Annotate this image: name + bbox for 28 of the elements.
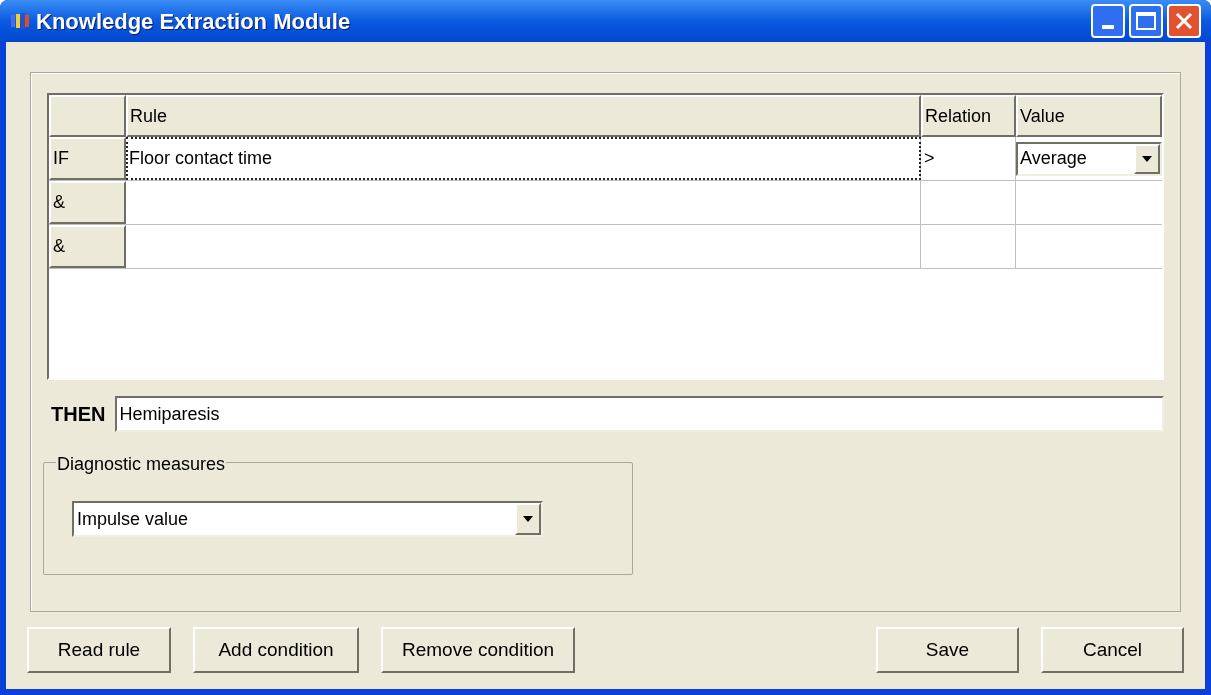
diagnostic-dropdown[interactable]: Impulse value	[72, 501, 543, 537]
column-header[interactable]: Rule	[126, 95, 921, 137]
action-button[interactable]: Read rule	[27, 627, 171, 673]
then-field[interactable]: Hemiparesis	[115, 396, 1164, 432]
action-button[interactable]: Add condition	[193, 627, 359, 673]
minimize-button[interactable]	[1091, 4, 1125, 38]
column-header[interactable]: Relation	[921, 95, 1016, 137]
window-title: Knowledge Extraction Module	[36, 7, 351, 36]
column-header[interactable]: Value	[1016, 95, 1162, 137]
then-label: THEN	[51, 402, 106, 427]
minimize-icon	[1102, 25, 1114, 29]
rule-cell[interactable]: Floor contact time	[126, 137, 921, 180]
maximize-icon	[1136, 12, 1156, 30]
row-header[interactable]: &	[49, 225, 126, 268]
caret-icon	[1142, 155, 1152, 162]
close-button[interactable]	[1167, 4, 1201, 38]
row-header[interactable]: &	[49, 181, 126, 224]
caret-icon	[523, 516, 533, 522]
close-icon	[1175, 12, 1193, 30]
app-icon	[10, 12, 30, 30]
dropdown-button[interactable]	[515, 503, 541, 535]
dialog-button[interactable]: Cancel	[1041, 627, 1184, 673]
action-button[interactable]: Remove condition	[381, 627, 575, 673]
dropdown-button[interactable]	[1134, 143, 1160, 174]
maximize-button[interactable]	[1129, 4, 1163, 38]
row-header[interactable]: IF	[49, 137, 126, 180]
dialog-button[interactable]: Save	[876, 627, 1019, 673]
value-dropdown[interactable]: Average	[1016, 141, 1162, 176]
